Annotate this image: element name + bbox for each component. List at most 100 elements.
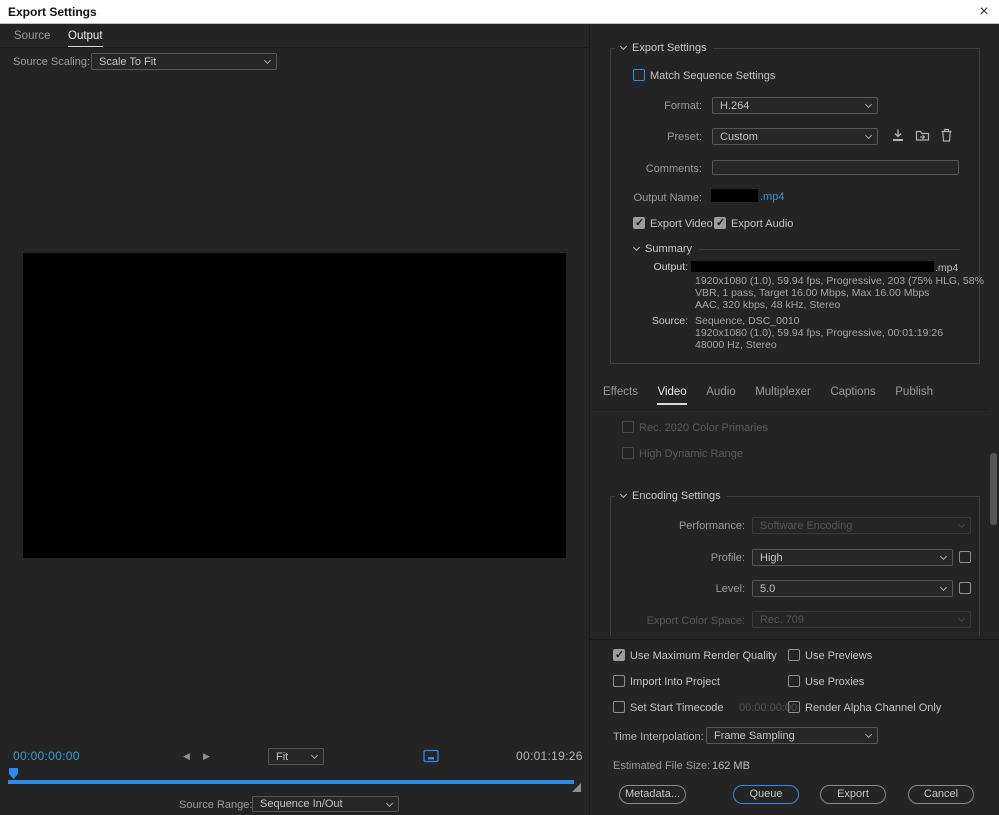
set-in-icon[interactable]: ◀ xyxy=(183,751,190,762)
settings-tabs: Effects Video Audio Multiplexer Captions… xyxy=(603,386,933,405)
current-timecode[interactable]: 00:00:00:00 xyxy=(13,749,80,763)
redacted-output-name xyxy=(711,189,758,202)
panel-divider xyxy=(589,24,590,815)
chevron-down-icon xyxy=(385,799,394,808)
titlebar: Export Settings × xyxy=(0,0,999,24)
render-alpha-checkbox[interactable] xyxy=(788,701,800,713)
summary-source-line: 48000 Hz, Stereo xyxy=(695,339,777,351)
timeline-track[interactable] xyxy=(8,780,574,784)
match-sequence-checkbox[interactable] xyxy=(633,69,645,81)
encoding-settings-title: Encoding Settings xyxy=(632,490,721,502)
monitor-icon xyxy=(423,749,439,763)
level-value: 5.0 xyxy=(760,582,776,595)
source-scaling-select[interactable]: Scale To Fit xyxy=(91,53,277,70)
preset-select[interactable]: Custom xyxy=(712,128,878,145)
max-render-quality-checkbox[interactable] xyxy=(613,648,625,661)
set-start-timecode-label[interactable]: Set Start Timecode xyxy=(630,702,724,714)
format-select[interactable]: H.264 xyxy=(712,97,878,114)
tab-captions[interactable]: Captions xyxy=(830,386,875,405)
render-alpha-label[interactable]: Render Alpha Channel Only xyxy=(805,702,941,714)
header-line xyxy=(611,495,615,497)
export-settings-header: Export Settings xyxy=(611,41,979,55)
close-icon[interactable]: × xyxy=(974,2,994,22)
queue-button[interactable]: Queue xyxy=(733,785,799,804)
use-proxies-label[interactable]: Use Proxies xyxy=(805,676,864,688)
tab-video[interactable]: Video xyxy=(657,386,687,405)
max-render-quality-label[interactable]: Use Maximum Render Quality xyxy=(630,650,777,662)
level-override-checkbox[interactable] xyxy=(959,582,971,594)
use-previews-label[interactable]: Use Previews xyxy=(805,650,872,662)
colorspace-select: Rec. 709 xyxy=(752,611,971,628)
export-button[interactable]: Export xyxy=(820,785,886,804)
export-audio-checkbox[interactable] xyxy=(714,216,726,229)
summary-title: Summary xyxy=(645,243,693,255)
import-into-project-checkbox[interactable] xyxy=(613,675,625,687)
chevron-down-icon[interactable] xyxy=(632,243,641,252)
set-out-icon[interactable]: ▶ xyxy=(203,751,210,762)
comments-input[interactable] xyxy=(712,160,959,175)
tab-effects[interactable]: Effects xyxy=(603,386,638,405)
chevron-down-icon[interactable] xyxy=(619,42,628,51)
header-line xyxy=(611,47,615,49)
import-preset-icon xyxy=(915,130,930,141)
redacted-output-path xyxy=(691,261,934,272)
hdr-label: High Dynamic Range xyxy=(639,448,743,460)
summary-output-label: Output: xyxy=(653,261,688,273)
chevron-down-icon xyxy=(957,520,966,529)
export-video-label[interactable]: Export Video xyxy=(650,218,713,230)
summary-output-line: 1920x1080 (1.0), 59.94 fps, Progressive,… xyxy=(695,275,984,287)
save-preset-icon xyxy=(893,129,903,141)
timeline-end-grip[interactable] xyxy=(572,783,581,792)
export-video-checkbox[interactable] xyxy=(633,216,645,229)
set-start-timecode-checkbox[interactable] xyxy=(613,701,625,713)
save-preset-button[interactable] xyxy=(891,128,905,148)
header-line xyxy=(726,495,979,497)
preset-label: Preset: xyxy=(667,131,702,143)
source-scaling-value: Scale To Fit xyxy=(99,55,157,68)
rec2020-label: Rec. 2020 Color Primaries xyxy=(639,422,768,434)
scrollbar-thumb[interactable] xyxy=(990,453,997,525)
zoom-select[interactable]: Fit xyxy=(268,748,324,765)
tab-multiplexer[interactable]: Multiplexer xyxy=(755,386,811,405)
preset-value: Custom xyxy=(720,130,758,143)
hdr-checkbox xyxy=(622,447,634,459)
source-range-value: Sequence In/Out xyxy=(260,798,343,810)
use-proxies-checkbox[interactable] xyxy=(788,675,800,687)
tab-output[interactable]: Output xyxy=(68,30,103,48)
performance-select: Software Encoding xyxy=(752,517,971,534)
footer-divider xyxy=(590,639,999,640)
source-range-select[interactable]: Sequence In/Out xyxy=(252,796,399,812)
summary-output-line: AAC, 320 kbps, 48 kHz, Stereo xyxy=(695,299,841,311)
chevron-down-icon[interactable] xyxy=(619,490,628,499)
estimated-size-label: Estimated File Size: xyxy=(613,760,711,772)
import-preset-button[interactable] xyxy=(915,128,930,147)
colorspace-value: Rec. 709 xyxy=(760,613,805,626)
delete-preset-button[interactable] xyxy=(940,128,953,147)
tab-source[interactable]: Source xyxy=(14,30,50,46)
profile-select[interactable]: High xyxy=(752,549,953,566)
export-settings-window: Export Settings × Source Output Source S… xyxy=(0,0,999,815)
level-select[interactable]: 5.0 xyxy=(752,580,953,597)
level-label: Level: xyxy=(715,583,745,595)
trash-icon xyxy=(941,128,952,142)
chevron-down-icon xyxy=(957,614,966,623)
zoom-value: Fit xyxy=(276,750,289,763)
chevron-down-icon xyxy=(864,100,873,109)
metadata-button[interactable]: Metadata... xyxy=(619,785,686,804)
tab-audio[interactable]: Audio xyxy=(706,386,735,405)
profile-override-checkbox[interactable] xyxy=(959,551,971,563)
use-previews-checkbox[interactable] xyxy=(788,649,800,661)
output-name-label: Output Name: xyxy=(633,192,702,204)
cancel-button[interactable]: Cancel xyxy=(908,785,974,804)
fit-frame-button[interactable] xyxy=(423,749,439,763)
profile-value: High xyxy=(760,551,783,564)
output-name-link[interactable]: .mp4 xyxy=(760,191,784,203)
summary-source-label: Source: xyxy=(651,315,688,327)
chevron-down-icon xyxy=(263,56,272,65)
tab-publish[interactable]: Publish xyxy=(895,386,933,405)
import-into-project-label[interactable]: Import Into Project xyxy=(630,676,720,688)
match-sequence-label[interactable]: Match Sequence Settings xyxy=(650,70,775,82)
playhead-marker[interactable] xyxy=(9,768,18,779)
export-audio-label[interactable]: Export Audio xyxy=(731,218,793,230)
time-interpolation-select[interactable]: Frame Sampling xyxy=(706,727,878,744)
